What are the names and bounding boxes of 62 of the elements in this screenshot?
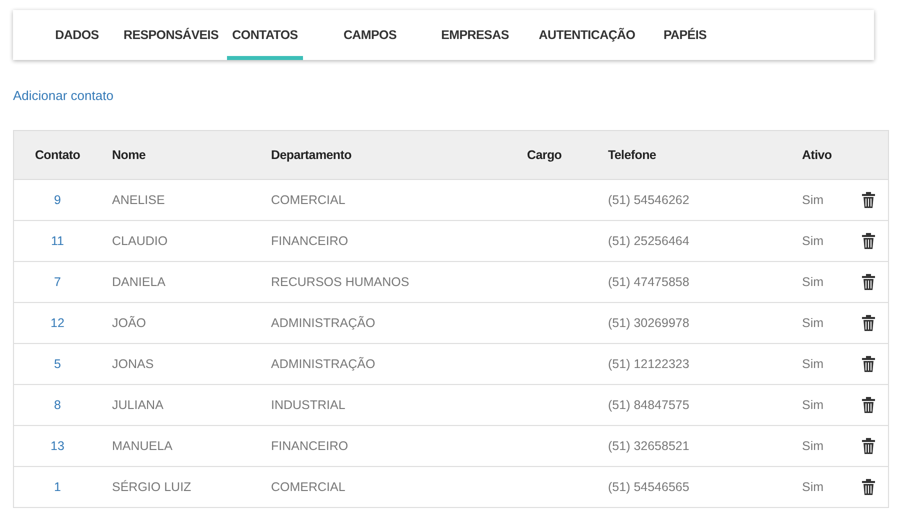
table-cell-text: (51) 32658521 (607, 439, 690, 453)
table-cell-text: ANELISE (111, 193, 166, 207)
contact-id-link[interactable]: 1 (54, 480, 61, 494)
trash-icon[interactable] (862, 438, 875, 454)
table-cell-text: MANUELA (111, 439, 174, 453)
tab[interactable]: RESPONSÁVEIS (115, 10, 227, 60)
table-cell-text: (51) 54546262 (607, 193, 690, 207)
add-contact-link[interactable]: Adicionar contato (13, 88, 114, 103)
table-cell-text: (51) 47475858 (607, 275, 690, 289)
table-cell-text: Sim (801, 357, 825, 371)
table-cell-text: COMERCIAL (270, 480, 346, 494)
table-cell-text: Sim (801, 275, 825, 289)
table-cell-text: JONAS (111, 357, 155, 371)
table-cell-text: ADMINISTRAÇÃO (270, 316, 376, 330)
table-cell-text: FINANCEIRO (270, 234, 350, 248)
table-cell-text: SÉRGIO LUIZ (111, 480, 192, 494)
tab[interactable]: AUTENTICAÇÃO (513, 10, 661, 60)
tab[interactable]: DADOS (39, 10, 115, 60)
trash-icon[interactable] (862, 479, 875, 495)
table-cell-text: INDUSTRIAL (270, 398, 346, 412)
table-cell-text: (51) 12122323 (607, 357, 690, 371)
table-cell-text: DANIELA (111, 275, 166, 289)
column-header: Contato (34, 148, 82, 162)
table-cell-text: JULIANA (111, 398, 164, 412)
table-cell-text: RECURSOS HUMANOS (270, 275, 410, 289)
contact-id-link[interactable]: 5 (54, 357, 61, 371)
tab[interactable]: CONTATOS (227, 10, 303, 60)
contact-id-link[interactable]: 13 (50, 439, 64, 453)
table-cell-text: ADMINISTRAÇÃO (270, 357, 376, 371)
column-header: Cargo (526, 148, 563, 162)
table-cell-text: Sim (801, 480, 825, 494)
table-cell-text: JOÃO (111, 316, 148, 330)
table-cell-text: FINANCEIRO (270, 439, 350, 453)
column-header: Ativo (801, 148, 833, 162)
contact-id-link[interactable]: 8 (54, 398, 61, 412)
column-header: Nome (111, 148, 147, 162)
table-cell-text: Sim (801, 439, 825, 453)
trash-icon[interactable] (862, 356, 875, 372)
table-cell-text: (51) 25256464 (607, 234, 690, 248)
tab[interactable]: EMPRESAS (437, 10, 513, 60)
trash-icon[interactable] (862, 397, 875, 413)
table-cell-text: (51) 30269978 (607, 316, 690, 330)
tab[interactable]: CAMPOS (303, 10, 437, 60)
column-header: Departamento (270, 148, 352, 162)
trash-icon[interactable] (862, 274, 875, 290)
contact-id-link[interactable]: 12 (50, 316, 64, 330)
table-cell-text: CLAUDIO (111, 234, 169, 248)
table-cell-text: Sim (801, 398, 825, 412)
contact-id-link[interactable]: 11 (51, 234, 64, 248)
trash-icon[interactable] (862, 192, 875, 208)
trash-icon[interactable] (862, 233, 875, 249)
contact-id-link[interactable]: 7 (54, 275, 61, 289)
table-cell-text: Sim (801, 193, 825, 207)
column-header: Telefone (607, 148, 658, 162)
table-cell-text: (51) 84847575 (607, 398, 690, 412)
contact-id-link[interactable]: 9 (54, 193, 61, 207)
tab[interactable]: PAPÉIS (661, 10, 709, 60)
table-cell-text: Sim (801, 316, 825, 330)
table-cell-text: COMERCIAL (270, 193, 346, 207)
trash-icon[interactable] (862, 315, 875, 331)
table-cell-text: Sim (801, 234, 825, 248)
table-cell-text: (51) 54546565 (607, 480, 690, 494)
